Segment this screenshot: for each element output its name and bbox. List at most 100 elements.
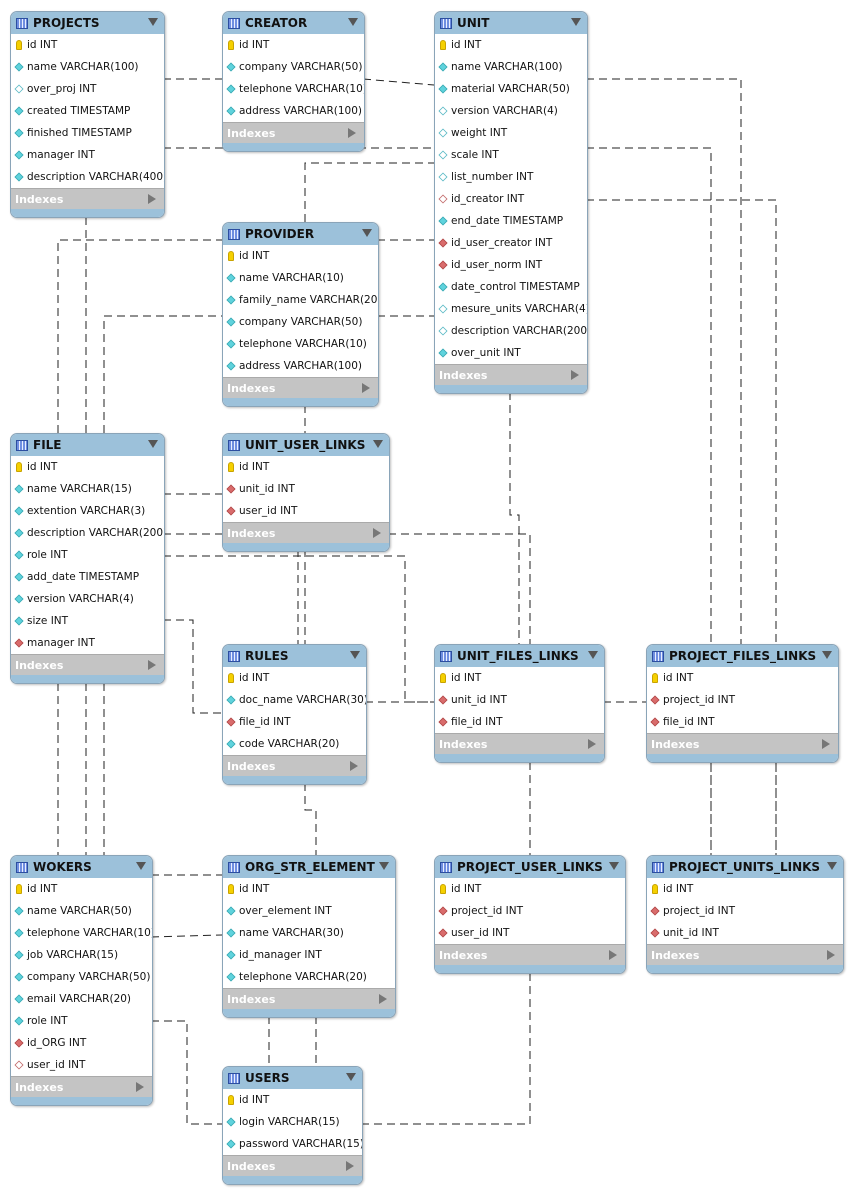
expand-arrow-icon[interactable] [827, 950, 835, 960]
column-row[interactable]: email VARCHAR(20) [11, 988, 152, 1010]
column-row[interactable]: id INT [11, 34, 164, 56]
table-unit-files-links[interactable]: UNIT_FILES_LINKS id INT unit_id INT file_id… [434, 644, 605, 763]
indexes-section[interactable]: Indexes [223, 122, 364, 143]
relationship-line[interactable] [304, 783, 317, 855]
relationship-line[interactable] [151, 1020, 222, 1125]
collapse-caret-icon[interactable] [373, 440, 383, 448]
column-row[interactable]: mesure_units VARCHAR(4) [435, 298, 587, 320]
column-row[interactable]: id INT [223, 667, 366, 689]
table-header[interactable]: PROJECT_UNITS_LINKS [647, 856, 843, 878]
expand-arrow-icon[interactable] [379, 994, 387, 1004]
column-row[interactable]: file_id INT [647, 711, 838, 733]
relationship-line[interactable] [163, 619, 222, 714]
column-row[interactable]: size INT [11, 610, 164, 632]
expand-arrow-icon[interactable] [348, 128, 356, 138]
expand-arrow-icon[interactable] [346, 1161, 354, 1171]
collapse-caret-icon[interactable] [609, 862, 619, 870]
indexes-section[interactable]: Indexes [223, 377, 378, 398]
column-row[interactable]: address VARCHAR(100) [223, 355, 378, 377]
relationship-line[interactable] [57, 239, 222, 433]
column-row[interactable]: manager INT [11, 632, 164, 654]
collapse-caret-icon[interactable] [348, 18, 358, 26]
collapse-caret-icon[interactable] [346, 1073, 356, 1081]
column-row[interactable]: family_name VARCHAR(20) [223, 289, 378, 311]
column-row[interactable]: id INT [435, 667, 604, 689]
column-row[interactable]: id INT [647, 878, 843, 900]
table-header[interactable]: UNIT [435, 12, 587, 34]
column-row[interactable]: role INT [11, 1010, 152, 1032]
column-row[interactable]: project_id INT [435, 900, 625, 922]
table-project-files-links[interactable]: PROJECT_FILES_LINKS id INT project_id INT f… [646, 644, 839, 763]
collapse-caret-icon[interactable] [148, 440, 158, 448]
column-row[interactable]: user_id INT [435, 922, 625, 944]
column-row[interactable]: over_proj INT [11, 78, 164, 100]
column-row[interactable]: address VARCHAR(100) [223, 100, 364, 122]
table-file[interactable]: FILE id INT name VARCHAR(15) extention VARC… [10, 433, 165, 684]
expand-arrow-icon[interactable] [373, 528, 381, 538]
expand-arrow-icon[interactable] [350, 761, 358, 771]
table-users[interactable]: USERS id INT login VARCHAR(15) password VAR… [222, 1066, 363, 1185]
column-row[interactable]: doc_name VARCHAR(30) [223, 689, 366, 711]
expand-arrow-icon[interactable] [609, 950, 617, 960]
column-row[interactable]: finished TIMESTAMP [11, 122, 164, 144]
column-row[interactable]: over_unit INT [435, 342, 587, 364]
column-row[interactable]: login VARCHAR(15) [223, 1111, 362, 1133]
column-row[interactable]: date_control TIMESTAMP [435, 276, 587, 298]
expand-arrow-icon[interactable] [588, 739, 596, 749]
column-row[interactable]: manager INT [11, 144, 164, 166]
relationship-line[interactable] [103, 315, 222, 433]
column-row[interactable]: scale INT [435, 144, 587, 166]
table-rules[interactable]: RULES id INT doc_name VARCHAR(30) file_id I… [222, 644, 367, 785]
collapse-caret-icon[interactable] [148, 18, 158, 26]
indexes-section[interactable]: Indexes [647, 733, 838, 754]
column-row[interactable]: unit_id INT [435, 689, 604, 711]
table-header[interactable]: RULES [223, 645, 366, 667]
column-row[interactable]: list_number INT [435, 166, 587, 188]
column-row[interactable]: project_id INT [647, 900, 843, 922]
column-row[interactable]: name VARCHAR(50) [11, 900, 152, 922]
column-row[interactable]: job VARCHAR(15) [11, 944, 152, 966]
column-row[interactable]: company VARCHAR(50) [223, 311, 378, 333]
table-header[interactable]: PROJECT_USER_LINKS [435, 856, 625, 878]
indexes-section[interactable]: Indexes [647, 944, 843, 965]
indexes-section[interactable]: Indexes [11, 1076, 152, 1097]
column-row[interactable]: name VARCHAR(100) [435, 56, 587, 78]
expand-arrow-icon[interactable] [571, 370, 579, 380]
column-row[interactable]: id INT [223, 245, 378, 267]
indexes-section[interactable]: Indexes [223, 1155, 362, 1176]
column-row[interactable]: id INT [435, 878, 625, 900]
column-row[interactable]: id INT [435, 34, 587, 56]
indexes-section[interactable]: Indexes [223, 755, 366, 776]
column-row[interactable]: user_id INT [223, 500, 389, 522]
collapse-caret-icon[interactable] [571, 18, 581, 26]
column-row[interactable]: description VARCHAR(200) [11, 522, 164, 544]
table-header[interactable]: CREATOR [223, 12, 364, 34]
table-creator[interactable]: CREATOR id INT company VARCHAR(50) telephon… [222, 11, 365, 152]
table-header[interactable]: ORG_STR_ELEMENT [223, 856, 395, 878]
column-row[interactable]: id_creator INT [435, 188, 587, 210]
table-unit[interactable]: UNIT id INT name VARCHAR(100) material VARC… [434, 11, 588, 394]
column-row[interactable]: material VARCHAR(50) [435, 78, 587, 100]
table-wokers[interactable]: WOKERS id INT name VARCHAR(50) telephone VA… [10, 855, 153, 1106]
indexes-section[interactable]: Indexes [11, 654, 164, 675]
table-project-user-links[interactable]: PROJECT_USER_LINKS id INT project_id INT us… [434, 855, 626, 974]
column-row[interactable]: role INT [11, 544, 164, 566]
column-row[interactable]: unit_id INT [223, 478, 389, 500]
column-row[interactable]: user_id INT [11, 1054, 152, 1076]
column-row[interactable]: company VARCHAR(50) [223, 56, 364, 78]
column-row[interactable]: telephone VARCHAR(10) [223, 78, 364, 100]
column-row[interactable]: company VARCHAR(50) [11, 966, 152, 988]
relationship-line[interactable] [304, 162, 434, 222]
expand-arrow-icon[interactable] [148, 660, 156, 670]
column-row[interactable]: id INT [223, 34, 364, 56]
column-row[interactable]: name VARCHAR(15) [11, 478, 164, 500]
relationship-line[interactable] [388, 533, 531, 644]
column-row[interactable]: file_id INT [223, 711, 366, 733]
collapse-caret-icon[interactable] [379, 862, 389, 870]
table-projects[interactable]: PROJECTS id INT name VARCHAR(100) over_proj… [10, 11, 165, 218]
column-row[interactable]: telephone VARCHAR(20) [223, 966, 395, 988]
column-row[interactable]: id INT [647, 667, 838, 689]
column-row[interactable]: description VARCHAR(400) [11, 166, 164, 188]
column-row[interactable]: unit_id INT [647, 922, 843, 944]
expand-arrow-icon[interactable] [148, 194, 156, 204]
